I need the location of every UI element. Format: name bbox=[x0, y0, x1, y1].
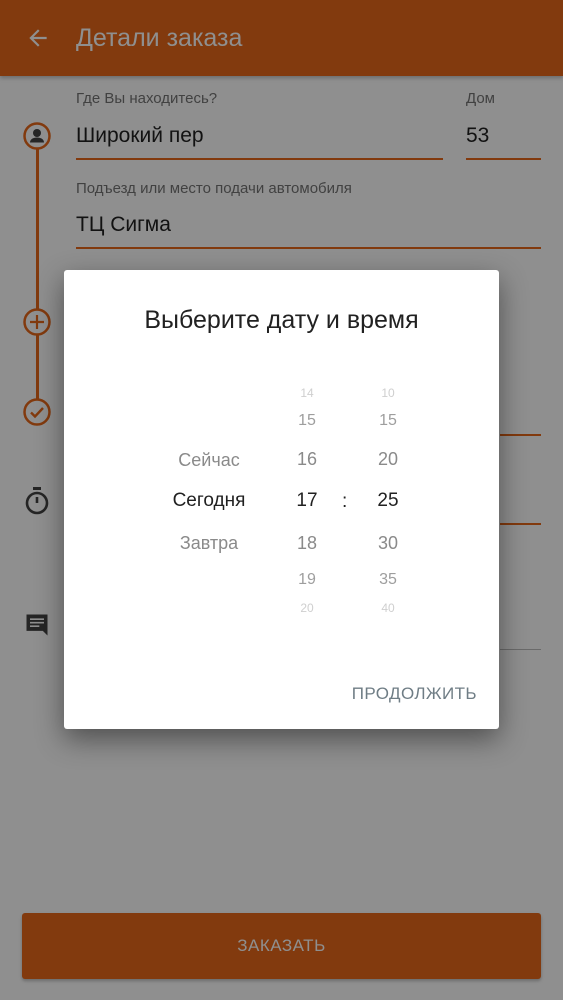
minute-option[interactable]: 20 bbox=[360, 450, 416, 468]
hour-option[interactable]: 18 bbox=[279, 534, 335, 552]
minute-option[interactable]: 30 bbox=[360, 534, 416, 552]
day-option-now[interactable]: Сейчас bbox=[134, 451, 284, 469]
minute-option[interactable]: 35 bbox=[360, 572, 416, 588]
hour-option[interactable]: 16 bbox=[279, 450, 335, 468]
datetime-dialog: Выберите дату и время Сейчас Сегодня Зав… bbox=[64, 270, 499, 729]
hour-option[interactable]: 20 bbox=[279, 602, 335, 614]
minute-option[interactable]: 15 bbox=[360, 413, 416, 429]
day-option-selected[interactable]: Сегодня bbox=[134, 491, 284, 510]
minute-option[interactable]: 40 bbox=[360, 602, 416, 614]
hour-option[interactable]: 19 bbox=[279, 572, 335, 588]
hour-option[interactable]: 15 bbox=[279, 413, 335, 429]
continue-button[interactable]: ПРОДОЛЖИТЬ bbox=[352, 684, 477, 704]
hour-selected[interactable]: 17 bbox=[279, 491, 335, 510]
hour-option[interactable]: 14 bbox=[279, 387, 335, 399]
time-separator: : bbox=[342, 491, 348, 512]
day-option-tomorrow[interactable]: Завтра bbox=[134, 534, 284, 552]
minute-option[interactable]: 10 bbox=[360, 387, 416, 399]
dialog-title: Выберите дату и время bbox=[144, 306, 419, 334]
minute-selected[interactable]: 25 bbox=[360, 491, 416, 510]
